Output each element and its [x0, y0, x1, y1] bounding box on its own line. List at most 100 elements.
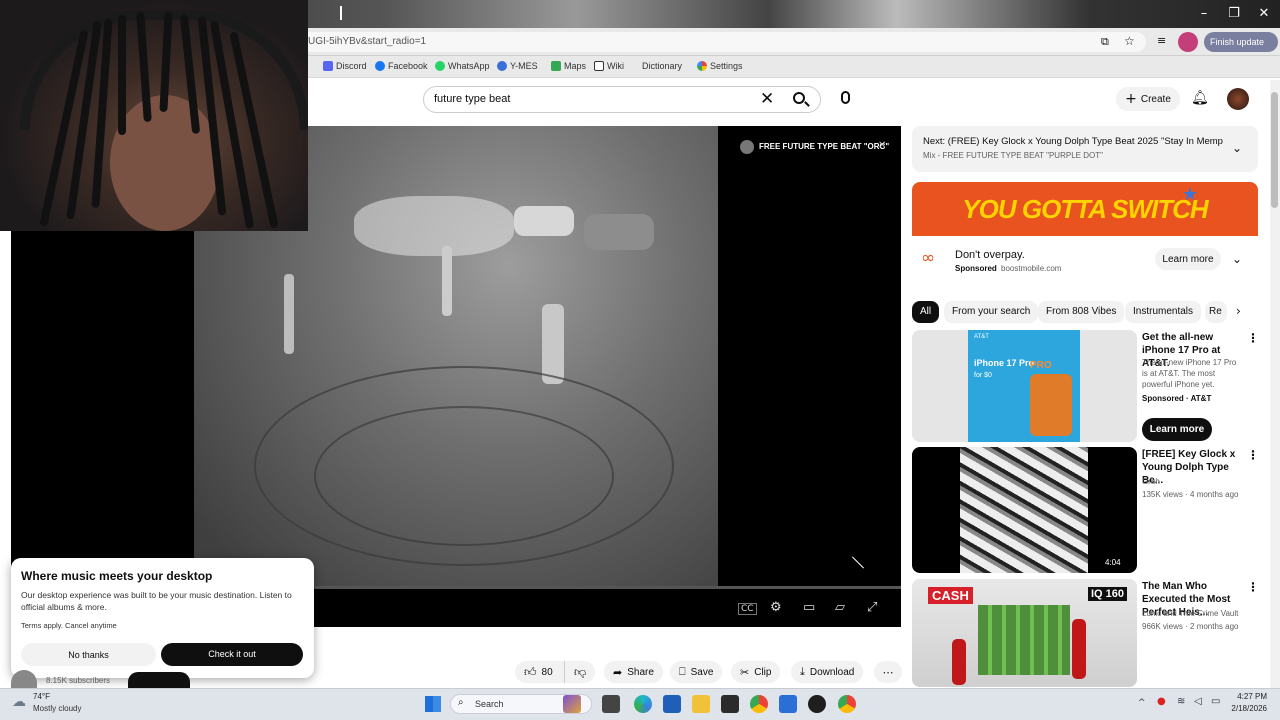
rec-meta: 966K views · 2 months ago [1142, 622, 1239, 631]
chevron-right-icon[interactable]: › [1236, 304, 1241, 318]
reading-list-icon[interactable]: ≡ [1157, 34, 1166, 47]
photos-icon[interactable] [779, 695, 797, 713]
maps-icon [551, 61, 561, 71]
download-button[interactable]: ⤓ Download [791, 661, 864, 683]
ad-banner[interactable]: YOU GOTTA SWITCH [912, 182, 1258, 236]
rec-thumbnail[interactable]: CASH IQ 160 [912, 579, 1137, 687]
clip-button[interactable]: ✂ Clip [731, 661, 781, 683]
weather-temp[interactable]: 74°F [33, 692, 50, 701]
share-icon: ➦ [613, 665, 623, 679]
up-next-card[interactable] [912, 126, 1258, 172]
scrollbar-thumb[interactable] [1271, 92, 1278, 208]
more-options-icon[interactable]: ⋮ [1247, 580, 1259, 594]
chrome-icon[interactable] [750, 695, 768, 713]
voice-search-icon[interactable] [841, 91, 850, 104]
clock-time[interactable]: 4:27 PM [1229, 692, 1267, 701]
chip-all[interactable]: All [912, 301, 940, 323]
close-overlay-icon[interactable]: ✕ [878, 140, 886, 151]
chevron-down-icon[interactable]: ⌄ [1232, 252, 1242, 266]
edge-icon[interactable] [634, 695, 652, 713]
thumb-pro-word: PRO [1030, 360, 1052, 371]
weather-desc[interactable]: Mostly cloudy [33, 704, 81, 713]
taskbar-search-icon: ⌕ [458, 697, 464, 708]
search-input[interactable]: future type beat [434, 93, 510, 105]
plus-icon: + [1125, 91, 1137, 107]
install-app-icon[interactable]: ⧉ [1101, 35, 1109, 49]
dislike-button[interactable]: 👎︎ [564, 661, 596, 683]
up-next-title[interactable]: Next: (FREE) Key Glock x Young Dolph Typ… [923, 136, 1223, 147]
chip-more[interactable]: Re [1205, 301, 1227, 323]
omnibox[interactable] [300, 32, 1146, 52]
chip-instrumentals[interactable]: Instrumentals [1125, 301, 1202, 323]
cast-icon[interactable]: ▱ [835, 600, 845, 615]
minimize-icon[interactable]: – [1190, 4, 1218, 24]
bookmark-discord[interactable]: Discord [323, 61, 367, 71]
chip-from-your-search[interactable]: From your search [944, 301, 1039, 323]
create-button[interactable]: + Create [1116, 87, 1180, 111]
miniplayer-icon[interactable]: ▭ [803, 600, 815, 615]
bookmark-dictionary[interactable]: Dictionary [642, 61, 682, 71]
file-explorer-icon[interactable] [692, 695, 710, 713]
like-button[interactable]: 👍︎ 80 [515, 661, 565, 683]
url-text[interactable]: UGI-5ihYBv&start_radio=1 [308, 36, 426, 47]
chevron-down-icon[interactable]: ⌄ [1232, 141, 1242, 155]
bookmark-y-mes[interactable]: Y-MES [497, 61, 538, 71]
bookmark-whatsapp[interactable]: WhatsApp [435, 61, 490, 71]
fullscreen-icon[interactable]: ⤢ [867, 600, 877, 615]
battery-icon[interactable]: ▭ [1211, 696, 1220, 707]
chip-from-808-vibes[interactable]: From 808 Vibes [1038, 301, 1125, 323]
share-button[interactable]: ➦ Share [604, 661, 663, 683]
att-brand: AT&T [974, 334, 989, 340]
volume-icon[interactable]: ◁ [1194, 696, 1202, 707]
tray-overflow-icon[interactable]: ^ [1138, 698, 1146, 708]
settings-gear-icon[interactable]: ⚙ [770, 600, 782, 615]
windows-start-icon[interactable] [425, 696, 441, 712]
clock-date[interactable]: 2/18/2026 [1225, 704, 1267, 713]
check-it-out-button[interactable]: Check it out [161, 643, 303, 666]
restore-icon[interactable]: ❐ [1220, 4, 1248, 24]
finish-update-button[interactable]: Finish update [1204, 32, 1278, 52]
search-highlight-icon[interactable] [563, 695, 581, 713]
ad-learn-more-button[interactable]: Learn more [1155, 248, 1221, 270]
smoke-cloud [354, 196, 514, 256]
rec-learn-more-button[interactable]: Learn more [1142, 418, 1212, 441]
bookmark-wiki[interactable]: Wiki [594, 61, 624, 71]
clear-search-icon[interactable]: ✕ [760, 89, 774, 109]
weather-cloud-icon[interactable]: ☁ [12, 694, 26, 710]
rec-meta: Sponsored · AT&T [1142, 394, 1212, 403]
rec-thumbnail[interactable]: AT&T iPhone 17 Pro for $0 PRO [912, 330, 1137, 442]
person-figure [442, 246, 452, 316]
profile-avatar[interactable] [1178, 32, 1198, 52]
thumb-sub: for $0 [974, 372, 992, 379]
no-thanks-button[interactable]: No thanks [21, 643, 156, 666]
close-window-icon[interactable]: ✕ [1250, 4, 1278, 24]
bookmark-maps[interactable]: Maps [551, 61, 586, 71]
app-icon[interactable] [721, 695, 739, 713]
bookmark-facebook[interactable]: Facebook [375, 61, 428, 71]
subscribe-button[interactable] [128, 672, 190, 688]
notifications-bell-icon[interactable]: 🔔︎ [1191, 90, 1209, 106]
save-button[interactable]: ⎕ Save [670, 661, 723, 683]
app-icon[interactable] [808, 695, 826, 713]
microphone-icon[interactable]: ● [1157, 696, 1166, 707]
person-figure [542, 304, 564, 384]
account-avatar[interactable] [1227, 88, 1249, 110]
store-icon[interactable] [663, 695, 681, 713]
task-view-icon[interactable] [602, 695, 620, 713]
tab-cursor [340, 6, 342, 20]
rec-channel[interactable]: Grah [1142, 476, 1160, 487]
duration-badge: 4:04 [1102, 557, 1124, 568]
bookmark-settings[interactable]: Settings [697, 61, 743, 71]
wifi-icon[interactable]: ≋ [1177, 696, 1185, 707]
google-icon [697, 61, 707, 71]
rec-channel[interactable]: Lunic and True Crime Vault [1142, 608, 1252, 619]
bookmark-star-icon[interactable]: ☆ [1124, 34, 1135, 48]
popup-terms[interactable]: Terms apply. Cancel anytime [21, 621, 117, 630]
captions-icon[interactable]: CC [738, 603, 757, 615]
rec-thumbnail[interactable]: 4:04 [912, 447, 1137, 573]
progress-bar[interactable] [315, 586, 901, 589]
more-actions-button[interactable]: ⋯ [874, 661, 902, 683]
chrome-icon[interactable] [838, 695, 856, 713]
more-options-icon[interactable]: ⋮ [1247, 331, 1259, 345]
more-options-icon[interactable]: ⋮ [1247, 448, 1259, 462]
